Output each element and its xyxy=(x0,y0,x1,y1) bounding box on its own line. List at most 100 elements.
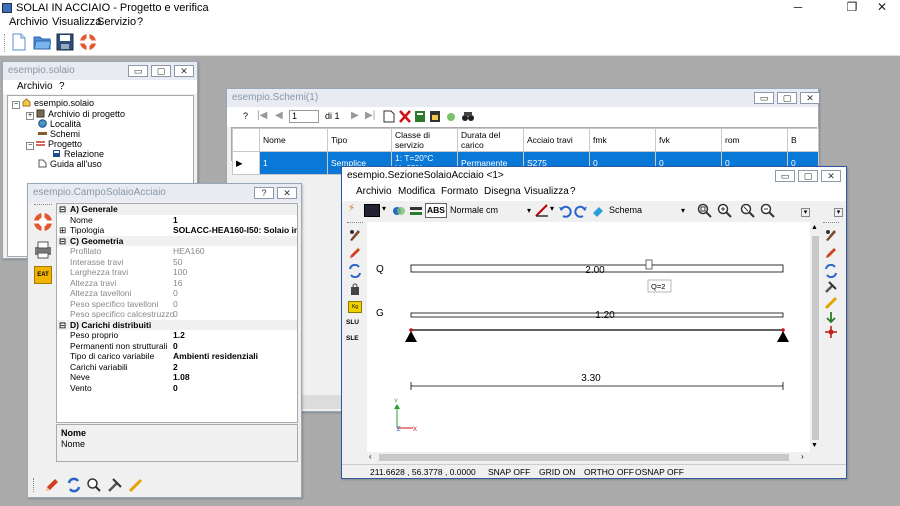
window-sezione-maximize[interactable]: ▢ xyxy=(798,170,818,182)
view-select[interactable]: Schema ▾ xyxy=(607,203,687,218)
col-header-fmk[interactable]: fmk xyxy=(589,128,656,152)
refresh-record-icon[interactable] xyxy=(445,110,457,123)
find-binoculars-icon[interactable] xyxy=(461,110,475,123)
ruler-pencil-icon[interactable] xyxy=(824,296,838,310)
window-schemi-close[interactable]: ✕ xyxy=(800,92,820,104)
sezione-menu-formato[interactable]: Formato xyxy=(441,186,478,197)
origin-crosshair-icon[interactable] xyxy=(824,325,838,339)
status-ortho[interactable]: ORTHO OFF xyxy=(584,467,634,477)
scroll-left-icon[interactable]: ‹ xyxy=(369,452,372,461)
support-right-icon[interactable] xyxy=(777,331,789,342)
window-campo-close[interactable]: ✕ xyxy=(277,187,297,199)
scroll-down-icon[interactable]: ▼ xyxy=(811,442,818,449)
toolbar-overflow-right-icon[interactable]: ▾ xyxy=(834,208,843,217)
col-header-b[interactable]: B xyxy=(787,128,819,152)
drawing-canvas[interactable]: Q 2.00 Q=2 G 1.20 3.30 Y X Z xyxy=(367,222,810,452)
lineweight-icon[interactable] xyxy=(409,204,423,218)
refresh-icon[interactable] xyxy=(824,264,838,278)
dimension-dropdown-icon[interactable]: ▾ xyxy=(550,204,554,213)
move-arrow-icon[interactable] xyxy=(824,311,838,323)
help-lifebuoy-icon[interactable] xyxy=(79,33,97,51)
col-header-fvk[interactable]: fvk xyxy=(655,128,722,152)
nav-first-icon[interactable]: |◀ xyxy=(257,110,267,121)
linetype-icon[interactable] xyxy=(364,204,380,217)
close-button[interactable]: ✕ xyxy=(868,0,896,16)
window-schemi-minimize[interactable]: ▭ xyxy=(754,92,774,104)
redo-icon[interactable] xyxy=(574,204,588,218)
edit-record-icon[interactable] xyxy=(414,110,426,123)
col-header-rom[interactable]: rom xyxy=(721,128,788,152)
prop-category-carichi[interactable]: ⊟ D) Carichi distribuiti xyxy=(57,319,297,330)
delete-record-icon[interactable] xyxy=(399,110,411,123)
window-campo-help[interactable]: ? xyxy=(254,187,274,199)
undo-icon[interactable] xyxy=(558,204,572,218)
linetype-dropdown-icon[interactable]: ▾ xyxy=(382,204,386,213)
col-header-tipo[interactable]: Tipo xyxy=(327,128,392,152)
save-icon[interactable] xyxy=(56,33,74,51)
zoom-icon[interactable] xyxy=(86,477,102,493)
horizontal-scroll-thumb[interactable] xyxy=(379,454,789,461)
sezione-menu-disegna[interactable]: Disegna xyxy=(484,186,521,197)
slu-button[interactable]: SLU xyxy=(346,319,359,326)
tree-item-relazione[interactable]: Relazione xyxy=(52,149,104,159)
sezione-menu-visualizza[interactable]: Visualizza xyxy=(524,186,569,197)
horizontal-scrollbar[interactable]: ‹ › xyxy=(367,452,810,463)
vertical-scrollbar[interactable]: ▲ ▼ xyxy=(810,222,821,452)
tools-icon[interactable] xyxy=(107,477,123,493)
refresh-icon[interactable] xyxy=(66,477,82,493)
window-sezione-minimize[interactable]: ▭ xyxy=(775,170,795,182)
scroll-right-icon[interactable]: › xyxy=(801,452,804,461)
window-solaio-maximize[interactable]: ▢ xyxy=(151,65,171,77)
col-header-acciaio[interactable]: Acciaio travi xyxy=(523,128,590,152)
sezione-menu-help[interactable]: ? xyxy=(570,186,576,197)
zoom-in-icon[interactable] xyxy=(717,203,732,218)
col-header-durata[interactable]: Durata del carico xyxy=(457,128,524,152)
eraser-icon[interactable] xyxy=(591,204,605,218)
prop-row-permanenti[interactable]: Permanenti non strutturali 0 xyxy=(57,341,297,352)
edit-node-icon[interactable] xyxy=(348,228,362,242)
prop-row-tipologia[interactable]: ⊞ Tipologia SOLACC-HEA160-I50: Solaio in a xyxy=(57,225,297,236)
abs-toggle-button[interactable]: ABS xyxy=(425,203,447,218)
prop-row-neve[interactable]: Neve 1.08 xyxy=(57,372,297,383)
add-record-icon[interactable] xyxy=(383,110,395,123)
menu-help[interactable]: ? xyxy=(137,16,143,28)
solaio-menu-help[interactable]: ? xyxy=(59,81,65,92)
refresh-icon[interactable] xyxy=(348,264,362,278)
prop-row-carichi-variabili[interactable]: Carichi variabili 2 xyxy=(57,362,297,373)
sle-button[interactable]: SLE xyxy=(346,335,359,342)
support-left-icon[interactable] xyxy=(405,331,417,342)
zoom-out-icon[interactable] xyxy=(760,203,775,218)
toolbar-overflow-icon[interactable]: ▾ xyxy=(801,208,810,217)
minimize-button[interactable]: ─ xyxy=(784,0,812,16)
scroll-up-icon[interactable]: ▲ xyxy=(811,224,818,231)
zoom-window-icon[interactable] xyxy=(697,203,712,218)
prop-row-vento[interactable]: Vento 0 xyxy=(57,383,297,394)
printer-icon[interactable] xyxy=(33,240,53,260)
page-number-input[interactable]: 1 xyxy=(289,110,319,123)
tree-item-guida[interactable]: Guida all'uso xyxy=(38,159,102,169)
menu-archivio[interactable]: Archivio xyxy=(9,16,48,28)
pencil-icon[interactable] xyxy=(348,246,362,260)
tree-root[interactable]: − esempio.solaio xyxy=(12,98,94,109)
nav-last-icon[interactable]: ▶| xyxy=(365,110,375,121)
tree-item-localita[interactable]: Località xyxy=(38,119,81,129)
status-snap[interactable]: SNAP OFF xyxy=(488,467,530,477)
prop-category-geometria[interactable]: ⊟ C) Geometria xyxy=(57,235,297,246)
row-selector-icon[interactable]: ▶ xyxy=(232,151,260,175)
open-folder-icon[interactable] xyxy=(33,33,51,51)
prop-category-generale[interactable]: ⊟ A) Generale xyxy=(57,204,297,215)
copy-record-icon[interactable] xyxy=(429,110,441,123)
solaio-menu-archivio[interactable]: Archivio xyxy=(17,81,53,92)
pencil-icon[interactable] xyxy=(44,477,60,493)
window-solaio-minimize[interactable]: ▭ xyxy=(128,65,148,77)
weight-icon[interactable] xyxy=(348,282,362,296)
restore-button[interactable]: ❐ xyxy=(838,0,866,16)
vertical-scroll-thumb[interactable] xyxy=(812,236,819,440)
status-osnap[interactable]: OSNAP OFF xyxy=(635,467,684,477)
edit-node-icon[interactable] xyxy=(824,228,838,242)
cell-nome[interactable]: 1 xyxy=(259,151,328,175)
menu-servizio[interactable]: Servizio xyxy=(97,16,136,28)
schemi-help-button[interactable]: ? xyxy=(243,111,248,121)
ruler-pencil-icon[interactable] xyxy=(128,477,144,493)
load-tag-icon[interactable]: Kg xyxy=(348,301,362,313)
